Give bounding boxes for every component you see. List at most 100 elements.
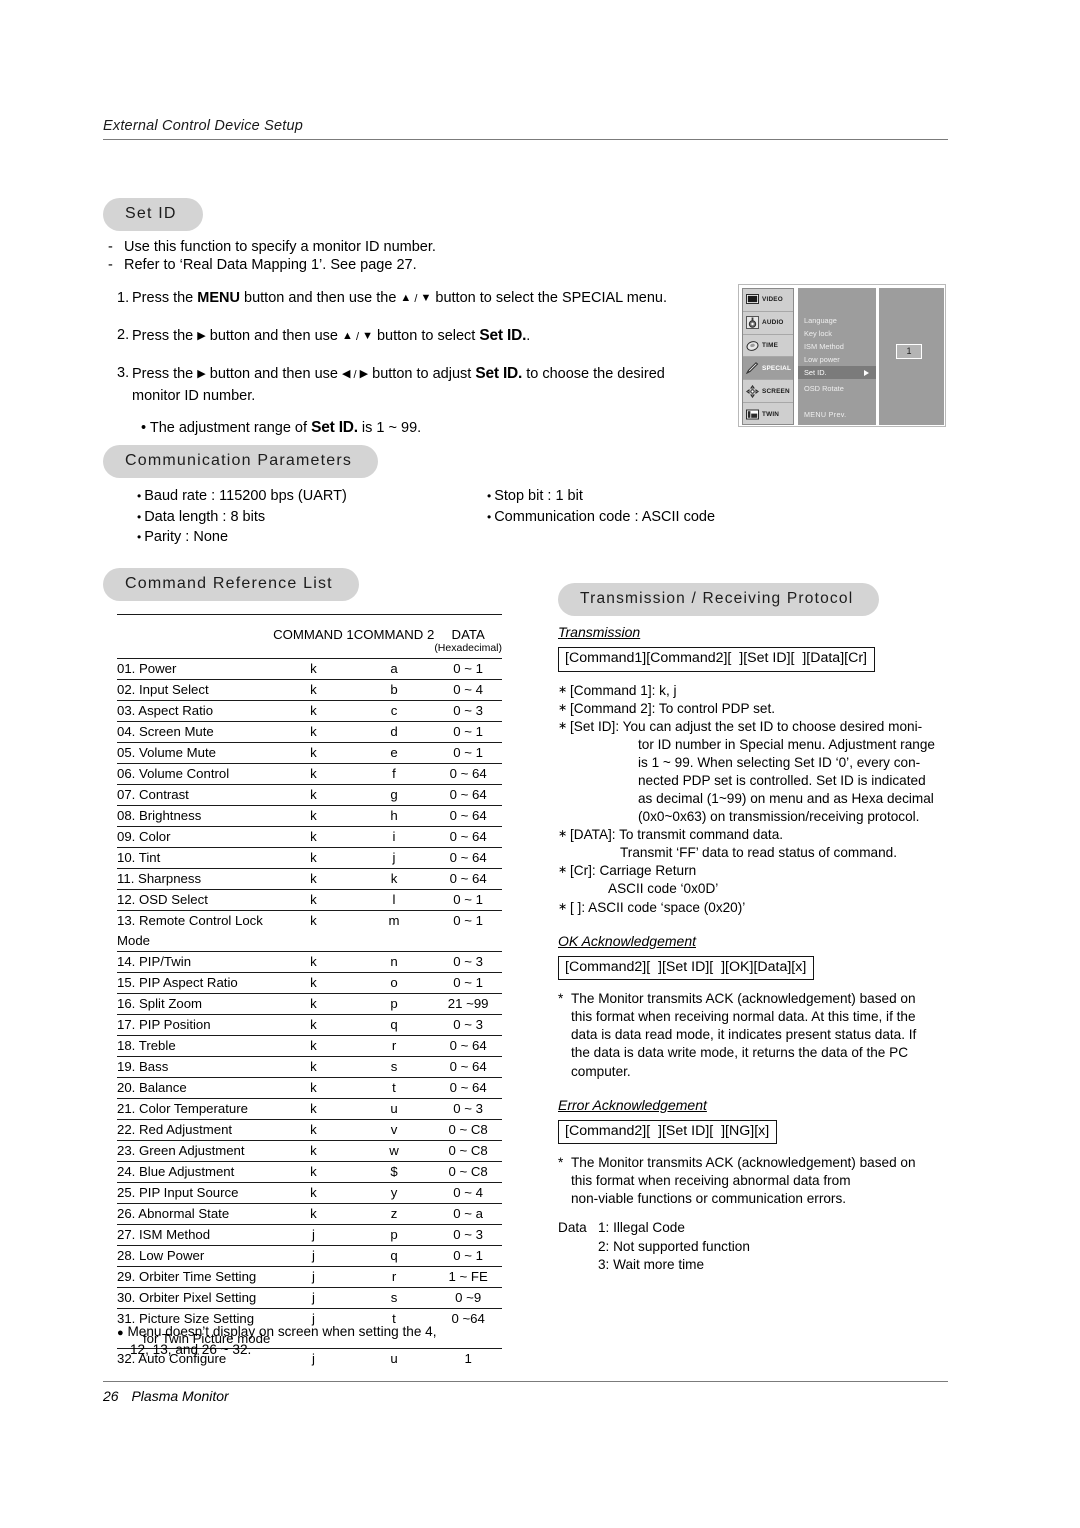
- error-ack-note-line: non-viable functions or communication er…: [571, 1191, 847, 1207]
- note-bullet-icon: ●: [117, 1327, 124, 1339]
- table-row: 12. OSD Select k l 0 ~ 1: [117, 889, 502, 911]
- header-title: External Control Device Setup: [103, 118, 304, 134]
- cell-command1: k: [273, 721, 354, 743]
- cell-command1: k: [273, 679, 354, 701]
- cell-command-name: 03. Aspect Ratio: [117, 700, 274, 722]
- protocol-bullet-text: [Cr]: Carriage Return ASCII code ‘0x0D’: [570, 862, 958, 898]
- cell-command-name: 30. Orbiter Pixel Setting: [117, 1287, 274, 1309]
- cell-command-name: 06. Volume Control: [117, 763, 274, 785]
- step-number: 1.: [117, 290, 130, 306]
- cell-command2: g: [353, 784, 435, 806]
- osd-tab-screen[interactable]: SCREEN: [743, 380, 793, 403]
- cell-command1: k: [273, 1203, 354, 1225]
- cell-data-range: 21 ~99: [434, 993, 502, 1015]
- osd-tab-time[interactable]: TIME: [743, 335, 793, 358]
- cell-data-range: 0 ~ 1: [434, 658, 502, 680]
- error-ack-format-box: [Command2][ ][Set ID][ ][NG][x]: [558, 1119, 778, 1145]
- table-row: 16. Split Zoom k p 21 ~99: [117, 993, 502, 1015]
- table-row: 21. Color Temperature k u 0 ~ 3: [117, 1098, 502, 1120]
- osd-menu-item-label: OSD Rotate: [804, 384, 844, 393]
- cell-command2: w: [353, 1140, 435, 1162]
- cell-command2: l: [353, 889, 435, 911]
- ok-ack-note-line: The Monitor transmits ACK (acknowledgeme…: [571, 991, 916, 1007]
- table-row: 04. Screen Mute k d 0 ~ 1: [117, 721, 502, 743]
- osd-tab-label: TWIN: [762, 410, 780, 418]
- cell-command2: k: [353, 868, 435, 890]
- osd-tab-label: VIDEO: [762, 296, 783, 304]
- ok-ack-note-line: data is data read mode, it indicates pre…: [571, 1027, 917, 1043]
- ok-ack-format-box: [Command2][ ][Set ID][ ][OK][Data][x]: [558, 955, 815, 981]
- step-text: button to select: [372, 328, 480, 345]
- error-ack-note-text: The Monitor transmits ACK (acknowledgeme…: [571, 1154, 916, 1208]
- asterisk-icon: ∗: [558, 864, 568, 877]
- page-number: 26: [103, 1388, 119, 1404]
- osd-tab-label: TIME: [762, 341, 779, 349]
- cell-command1: k: [273, 1098, 354, 1120]
- section-heading-communication: Communication Parameters: [103, 445, 379, 478]
- footer-divider: [103, 1381, 948, 1382]
- cell-command2: z: [353, 1203, 435, 1225]
- error-data-item-1: 1: Illegal Code: [598, 1220, 685, 1236]
- cell-command-name: 24. Blue Adjustment: [117, 1161, 274, 1183]
- document-page: External Control Device Setup Set ID - Us…: [0, 0, 1080, 1528]
- protocol-bullet-text: [Command 1]: k, j: [570, 682, 677, 698]
- cell-data-range: 1 ~ FE: [434, 1266, 502, 1288]
- cell-command2: i: [353, 826, 435, 848]
- cell-data-range: 0 ~ 3: [434, 1014, 502, 1036]
- cell-command1: j: [273, 1245, 354, 1267]
- osd-menu-item[interactable]: Language: [798, 314, 876, 327]
- protocol-bullet-continuation: tor ID number in Special menu. Adjustmen…: [638, 736, 935, 752]
- step-body: Press the MENU button and then use the ▲…: [132, 288, 667, 309]
- table-row: 03. Aspect Ratio k c 0 ~ 3: [117, 700, 502, 722]
- osd-menu-item[interactable]: OSD Rotate: [798, 382, 876, 395]
- table-row: 24. Blue Adjustment k $0 ~ C8: [117, 1161, 502, 1183]
- osd-menu-item[interactable]: Low power: [798, 353, 876, 366]
- osd-menu-item[interactable]: ISM Method: [798, 340, 876, 353]
- error-ack-note-line: The Monitor transmits ACK (acknowledgeme…: [571, 1155, 916, 1171]
- step-text: Press the: [132, 328, 198, 345]
- osd-tab-audio[interactable]: AUDIO: [743, 312, 793, 335]
- table-row: 11. Sharpness k k 0 ~ 64: [117, 868, 502, 890]
- step-body: Press the ▶ button and then use ▲ / ▼ bu…: [132, 325, 530, 347]
- set-id-step-list: 1. Press the MENU button and then use the…: [108, 288, 728, 407]
- table-row: 20. Balance k t 0 ~ 64: [117, 1077, 502, 1099]
- direction-arrow-icon: ▲: [342, 330, 353, 343]
- osd-tab-label: AUDIO: [762, 319, 784, 327]
- cell-command2: h: [353, 805, 435, 827]
- cell-command2: p: [353, 993, 435, 1015]
- osd-menu-item[interactable]: Set ID.: [798, 366, 876, 379]
- asterisk-icon: ∗: [558, 828, 568, 841]
- osd-tab-twin[interactable]: TWIN: [743, 403, 793, 426]
- ok-ack-subtitle: OK Acknowledgement: [558, 932, 696, 949]
- osd-set-id-value: 1: [896, 344, 922, 359]
- cell-command1: k: [273, 1161, 354, 1183]
- protocol-bullet-text: [Set ID]: You can adjust the set ID to c…: [570, 718, 958, 826]
- table-row: 29. Orbiter Time Setting j r 1 ~ FE: [117, 1266, 502, 1288]
- table-row: 05. Volume Mute k e 0 ~ 1: [117, 742, 502, 764]
- asterisk-icon: ∗: [558, 719, 568, 732]
- protocol-bullet-item: ∗ [Set ID]: You can adjust the set ID to …: [558, 718, 958, 826]
- ok-ack-note-line: computer.: [571, 1063, 631, 1079]
- asterisk-icon: ∗: [558, 900, 568, 913]
- osd-menu-item-label: Language: [804, 316, 837, 325]
- cell-command2: s: [353, 1056, 435, 1078]
- section-heading-protocol: Transmission / Receiving Protocol: [558, 583, 880, 616]
- separator-text: /: [350, 369, 360, 382]
- cell-data-range: 0 ~ 3: [434, 1098, 502, 1120]
- cell-command-name: 21. Color Temperature: [117, 1098, 274, 1120]
- step-text: button and then use: [205, 328, 342, 345]
- set-id-dash-list: - Use this function to specify a monitor …: [108, 240, 728, 272]
- table-row: 28. Low Power j q 0 ~ 1: [117, 1245, 502, 1267]
- osd-menu-items: Language Key lock ISM Method Low power Set I…: [798, 314, 876, 395]
- communication-param-item: • Stop bit : 1 bit: [487, 486, 715, 507]
- table-row: 22. Red Adjustment k v 0 ~ C8: [117, 1119, 502, 1141]
- cell-command-name: 10. Tint: [117, 847, 274, 869]
- osd-menu-item[interactable]: Key lock: [798, 327, 876, 340]
- cell-command2: d: [353, 721, 435, 743]
- osd-tab-special[interactable]: SPECIAL: [743, 357, 793, 381]
- communication-param-item: • Baud rate : 115200 bps (UART): [137, 486, 347, 507]
- table-row: 30. Orbiter Pixel Setting j s 0 ~9: [117, 1287, 502, 1309]
- set-id-term: Set ID.: [479, 327, 527, 345]
- osd-tab-video[interactable]: VIDEO: [743, 289, 793, 312]
- cell-command1: k: [273, 1140, 354, 1162]
